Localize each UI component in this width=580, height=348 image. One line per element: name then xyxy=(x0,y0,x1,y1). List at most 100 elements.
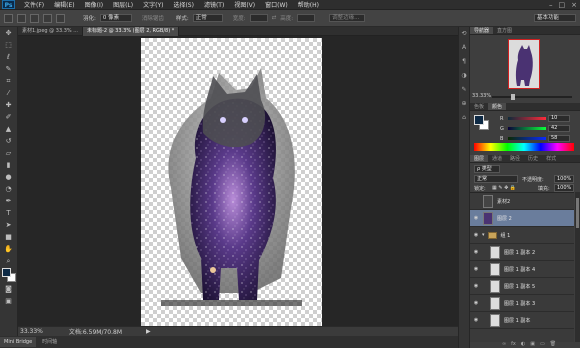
shape-tool-icon[interactable]: ■ xyxy=(3,232,15,242)
menu-image[interactable]: 图像(I) xyxy=(80,0,108,9)
adjustment-layer-icon[interactable]: ◐ xyxy=(521,341,525,348)
tool-presets-icon[interactable]: ⌂ xyxy=(460,114,468,122)
layer-row-layer-1-copy-3[interactable]: ◉ 图层 1 副本 3 xyxy=(470,295,574,312)
layer-visibility-eye-icon[interactable]: ◉ xyxy=(472,215,480,221)
new-selection-icon[interactable] xyxy=(17,13,26,23)
workspace-select[interactable]: 基本功能 xyxy=(534,14,576,22)
layer-row-layer-1-copy-4[interactable]: ◉ 图层 1 副本 4 xyxy=(470,261,574,278)
red-channel-input[interactable]: 10 xyxy=(548,115,570,122)
foreground-color-swatch[interactable] xyxy=(1,268,11,277)
hand-tool-icon[interactable]: ✋ xyxy=(3,244,15,254)
layer-row-layer-2[interactable]: ◉ 图层 2 xyxy=(470,210,574,227)
zoom-tool-icon[interactable]: ⌕ xyxy=(3,256,15,266)
menu-view[interactable]: 视图(V) xyxy=(229,0,260,9)
layer-row-source-2[interactable]: 素材2 xyxy=(470,193,574,210)
height-input[interactable] xyxy=(297,14,316,22)
intersect-selection-icon[interactable] xyxy=(56,13,65,23)
minimize-button[interactable]: – xyxy=(549,1,553,9)
eyedropper-tool-icon[interactable]: ⁄ xyxy=(3,88,15,98)
adjustments-panel-icon[interactable]: ◑ xyxy=(460,72,468,80)
layer-name[interactable]: 图层 1 副本 4 xyxy=(504,266,535,273)
foreground-background-swatches[interactable] xyxy=(1,268,16,282)
crop-tool-icon[interactable]: ⌗ xyxy=(3,76,15,86)
layer-list-scrollbar-thumb[interactable] xyxy=(576,198,579,228)
tab-swatches[interactable]: 色板 xyxy=(470,103,488,110)
layer-name[interactable]: 图层 2 xyxy=(497,215,512,222)
navigator-zoom-slider[interactable] xyxy=(492,94,572,100)
menu-file[interactable]: 文件(F) xyxy=(19,0,49,9)
type-panel-icon[interactable]: A xyxy=(460,44,468,52)
navigator-thumbnail[interactable] xyxy=(508,39,540,89)
gradient-tool-icon[interactable]: ▮ xyxy=(3,160,15,170)
history-panel-icon[interactable]: ⟲ xyxy=(460,30,468,38)
layer-name[interactable]: 图层 1 副本 3 xyxy=(504,300,535,307)
layer-name[interactable]: 图层 1 副本 xyxy=(504,317,530,324)
layer-visibility-eye-icon[interactable]: ◉ xyxy=(472,249,480,255)
layer-name[interactable]: 组 1 xyxy=(501,232,511,239)
tab-histogram[interactable]: 直方图 xyxy=(493,27,516,34)
eraser-tool-icon[interactable]: ▱ xyxy=(3,148,15,158)
green-channel-slider[interactable] xyxy=(508,127,546,130)
clone-stamp-tool-icon[interactable]: ▲ xyxy=(3,124,15,134)
close-button[interactable]: × xyxy=(571,1,577,9)
layer-row-group-1[interactable]: ◉ ▾ 组 1 xyxy=(470,227,574,244)
layer-name[interactable]: 素材2 xyxy=(497,198,510,205)
group-expand-chevron-icon[interactable]: ▾ xyxy=(482,232,485,238)
tab-channels[interactable]: 通道 xyxy=(488,155,506,162)
brush-tool-icon[interactable]: ✐ xyxy=(3,112,15,122)
blur-tool-icon[interactable]: ● xyxy=(3,172,15,182)
add-mask-icon[interactable]: ▣ xyxy=(530,341,535,348)
tab-untitled-2[interactable]: 未标题-2 @ 33.3% (图层 2, RGB/8) * xyxy=(83,27,180,36)
opacity-input[interactable]: 100% xyxy=(554,175,574,183)
swap-icon[interactable]: ⇄ xyxy=(272,15,277,21)
maximize-button[interactable]: □ xyxy=(559,1,566,9)
antialias-checkbox[interactable]: 消除锯齿 xyxy=(142,14,164,22)
canvas-area[interactable] xyxy=(18,36,458,328)
layer-style-icon[interactable]: fx xyxy=(511,341,516,348)
quick-selection-tool-icon[interactable]: ✎ xyxy=(3,64,15,74)
navigator-zoom-slider-knob[interactable] xyxy=(511,94,515,100)
add-selection-icon[interactable] xyxy=(30,13,39,23)
menu-select[interactable]: 选择(S) xyxy=(168,0,199,9)
status-zoom[interactable]: 33.33% xyxy=(20,328,43,335)
blue-channel-slider[interactable] xyxy=(508,137,546,140)
layer-row-layer-1-copy-5[interactable]: ◉ 图层 1 副本 5 xyxy=(470,278,574,295)
layer-row-layer-1-copy-2[interactable]: ◉ 图层 1 副本 2 xyxy=(470,244,574,261)
screen-mode-icon[interactable]: ▣ xyxy=(3,296,15,306)
healing-tool-icon[interactable]: ✚ xyxy=(3,100,15,110)
history-brush-tool-icon[interactable]: ↺ xyxy=(3,136,15,146)
tab-history[interactable]: 历史 xyxy=(524,155,542,162)
marquee-tool-icon[interactable]: ⬚ xyxy=(3,40,15,50)
status-menu-arrow-icon[interactable]: ▶ xyxy=(146,328,151,335)
red-channel-slider[interactable] xyxy=(508,117,546,120)
paragraph-panel-icon[interactable]: ¶ xyxy=(460,58,468,66)
pen-tool-icon[interactable]: ✒ xyxy=(3,196,15,206)
layer-filter-select[interactable]: ρ 类型 xyxy=(474,165,500,173)
refine-edge-button[interactable]: 调整边缘... xyxy=(329,14,366,22)
menu-filter[interactable]: 滤镜(T) xyxy=(199,0,229,9)
delete-layer-icon[interactable]: 🗑 xyxy=(550,341,556,348)
move-tool-icon[interactable]: ✥ xyxy=(3,28,15,38)
tab-mini-bridge[interactable]: Mini Bridge xyxy=(0,337,37,347)
tab-styles[interactable]: 样式 xyxy=(542,155,560,162)
layer-row-layer-1-copy[interactable]: ◉ 图层 1 副本 xyxy=(470,312,574,329)
tab-paths[interactable]: 路径 xyxy=(506,155,524,162)
layer-visibility-eye-icon[interactable]: ◉ xyxy=(472,232,480,238)
layer-visibility-eye-icon[interactable]: ◉ xyxy=(472,317,480,323)
subtract-selection-icon[interactable] xyxy=(43,13,52,23)
color-foreground-swatch[interactable] xyxy=(474,115,484,125)
lasso-tool-icon[interactable]: ℓ xyxy=(3,52,15,62)
layer-visibility-eye-icon[interactable]: ◉ xyxy=(472,300,480,306)
tab-color[interactable]: 颜色 xyxy=(488,103,507,110)
layer-name[interactable]: 图层 1 副本 5 xyxy=(504,283,535,290)
layer-name[interactable]: 图层 1 副本 2 xyxy=(504,249,535,256)
menu-layer[interactable]: 图层(L) xyxy=(108,0,138,9)
tab-navigator[interactable]: 导航器 xyxy=(470,27,494,34)
layer-visibility-eye-icon[interactable]: ◉ xyxy=(472,283,480,289)
color-spectrum-ramp[interactable] xyxy=(474,143,574,151)
style-select[interactable]: 正常 xyxy=(192,14,223,22)
tab-timeline[interactable]: 时间轴 xyxy=(38,337,61,347)
menu-edit[interactable]: 编辑(E) xyxy=(49,0,79,9)
layer-visibility-eye-icon[interactable]: ◉ xyxy=(472,266,480,272)
layer-list-scrollbar[interactable] xyxy=(575,192,580,342)
